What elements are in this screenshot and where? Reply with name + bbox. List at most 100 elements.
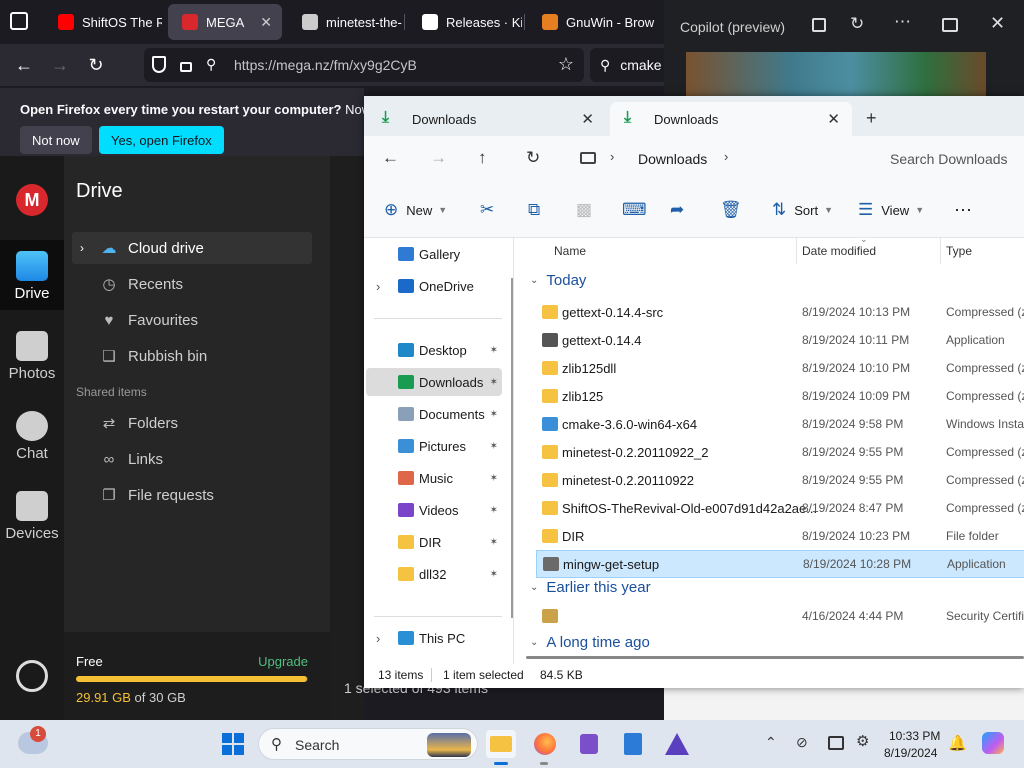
column-header-type[interactable]: Type [946, 244, 972, 258]
explorer-tab[interactable]: ⤓ Downloads ✕ [610, 102, 852, 136]
notification-bell-icon[interactable]: 🔔 [948, 734, 967, 752]
permissions-key-icon[interactable]: ⚲ [206, 56, 216, 73]
network-offline-icon[interactable]: ⊘ [796, 734, 808, 751]
chevron-right-icon[interactable]: › [376, 631, 380, 646]
display-icon[interactable] [828, 736, 844, 750]
sidebar-item-cloud-drive[interactable]: › ☁ Cloud drive [72, 232, 312, 264]
explorer-tab[interactable]: ⤓ Downloads ✕ [368, 102, 606, 136]
notepad-taskbar-icon[interactable] [618, 730, 648, 758]
bookmark-star-icon[interactable]: ☆ [558, 54, 574, 75]
tab-list-icon[interactable] [10, 12, 28, 30]
up-icon[interactable]: ↑ [478, 148, 487, 168]
sidebar-item-favourites[interactable]: ♥ Favourites [72, 304, 312, 336]
nav-item-gallery[interactable]: Gallery [366, 240, 502, 268]
shared-item-links[interactable]: ∞ Links [72, 443, 312, 475]
column-header-date[interactable]: Date modified [802, 244, 876, 258]
copilot-taskbar-icon[interactable] [982, 732, 1004, 754]
upgrade-link[interactable]: Upgrade [258, 654, 308, 669]
dock-pane-icon[interactable] [942, 18, 958, 32]
nav-item-this-pc[interactable]: › This PC [366, 624, 502, 652]
breadcrumb-chevron-icon[interactable]: › [610, 149, 614, 164]
nav-item-dir[interactable]: DIR ✶ [366, 528, 502, 556]
nav-item-downloads[interactable]: Downloads ✶ [366, 368, 502, 396]
transfer-manager-icon[interactable] [16, 660, 48, 692]
group-long-ago[interactable]: ⌄ A long time ago [530, 634, 650, 651]
rail-item-chat[interactable]: Chat [0, 400, 64, 470]
back-icon[interactable]: ← [12, 53, 36, 77]
clock-time[interactable]: 10:33 PM [889, 729, 940, 743]
nav-scrollbar[interactable] [511, 278, 513, 618]
forward-icon[interactable]: → [48, 53, 72, 77]
close-icon[interactable]: ✕ [990, 13, 1005, 34]
file-row[interactable]: DIR 8/19/2024 10:23 PM File folder [536, 522, 1024, 550]
file-explorer-taskbar-icon[interactable] [486, 730, 516, 758]
file-row[interactable]: zlib125dll 8/19/2024 10:10 PM Compressed (… [536, 354, 1024, 382]
app-taskbar-icon[interactable] [574, 730, 604, 758]
vulkan-app-taskbar-icon[interactable] [662, 730, 692, 758]
file-row[interactable]: ShiftOS-TheRevival-Old-e007d91d42a2ae...… [536, 494, 1024, 522]
sidebar-item-rubbish-bin[interactable]: ❑ Rubbish bin [72, 340, 312, 372]
lock-icon[interactable] [180, 62, 192, 72]
forward-icon[interactable]: → [430, 148, 447, 168]
open-firefox-button[interactable]: Yes, open Firefox [99, 126, 224, 154]
refresh-icon[interactable]: ↻ [850, 14, 864, 34]
url-text[interactable]: https://mega.nz/fm/xy9g2CyB [234, 57, 417, 73]
nav-item-desktop[interactable]: Desktop ✶ [366, 336, 502, 364]
nav-item-documents[interactable]: Documents ✶ [366, 400, 502, 428]
nav-item-dll32[interactable]: dll32 ✶ [366, 560, 502, 588]
more-options-icon[interactable]: ⋯ [894, 12, 911, 32]
rail-item-devices[interactable]: Devices [0, 480, 64, 550]
nav-item-onedrive[interactable]: › OneDrive [366, 272, 502, 300]
rename-button[interactable]: ⌨ [622, 198, 647, 222]
url-bar[interactable]: ⚲ https://mega.nz/fm/xy9g2CyB ☆ [144, 48, 584, 82]
new-button[interactable]: ⊕ New ▼ [384, 198, 447, 222]
browser-tab[interactable]: minetest-the- [288, 4, 402, 40]
reload-icon[interactable]: ↻ [84, 53, 108, 77]
search-downloads-input[interactable]: Search Downloads [890, 151, 1008, 167]
shared-item-folders[interactable]: ⇄ Folders [72, 407, 312, 439]
refresh-icon[interactable]: ↻ [526, 148, 540, 168]
copy-button[interactable]: ⧉ [528, 198, 540, 222]
file-row[interactable]: mingw-get-setup 8/19/2024 10:28 PM Applica… [536, 550, 1024, 578]
shared-item-file-requests[interactable]: ❐ File requests [72, 479, 312, 511]
new-tab-icon[interactable]: + [866, 108, 877, 129]
file-row[interactable]: minetest-0.2.20110922 8/19/2024 9:55 PM Co… [536, 466, 1024, 494]
taskbar-search-box[interactable]: ⚲ Search [258, 728, 478, 760]
view-button[interactable]: ☰ View ▼ [858, 198, 924, 222]
file-row[interactable]: gettext-0.14.4 8/19/2024 10:11 PM Applicat… [536, 326, 1024, 354]
file-row[interactable]: zlib125 8/19/2024 10:09 PM Compressed (z [536, 382, 1024, 410]
close-tab-icon[interactable]: ✕ [581, 110, 594, 128]
not-now-button[interactable]: Not now [20, 126, 92, 154]
search-box[interactable]: ⚲ cmake [590, 48, 664, 82]
browser-tab[interactable]: ShiftOS The R [44, 4, 162, 40]
close-tab-icon[interactable]: ✕ [827, 110, 840, 128]
chevron-right-icon[interactable]: › [376, 279, 380, 294]
rail-item-photos[interactable]: Photos [0, 320, 64, 390]
delete-button[interactable]: 🗑 [720, 198, 742, 222]
tracking-protection-icon[interactable] [152, 56, 166, 73]
sidebar-item-recents[interactable]: ◷ Recents [72, 268, 312, 300]
group-earlier[interactable]: ⌄ Earlier this year [530, 579, 651, 596]
nav-item-videos[interactable]: Videos ✶ [366, 496, 502, 524]
rail-item-drive[interactable]: Drive [0, 240, 64, 310]
clock-date[interactable]: 8/19/2024 [884, 746, 937, 760]
settings-icon[interactable]: ⚙ [856, 732, 869, 750]
file-row[interactable]: cmake-3.6.0-win64-x64 8/19/2024 9:58 PM Wi… [536, 410, 1024, 438]
file-row[interactable]: minetest-0.2.20110922_2 8/19/2024 9:55 PM… [536, 438, 1024, 466]
firefox-taskbar-icon[interactable] [530, 730, 560, 758]
sort-button[interactable]: ⇅ Sort ▼ [772, 198, 833, 222]
breadcrumb-downloads[interactable]: Downloads [638, 151, 707, 167]
open-external-icon[interactable] [812, 18, 826, 32]
this-pc-icon[interactable] [580, 152, 596, 164]
horizontal-scrollbar[interactable] [526, 656, 1024, 659]
breadcrumb-chevron-icon[interactable]: › [724, 149, 728, 164]
close-tab-icon[interactable]: ✕ [260, 14, 272, 31]
browser-tab[interactable]: Releases · Kitw [408, 4, 522, 40]
back-icon[interactable]: ← [382, 148, 399, 168]
nav-item-pictures[interactable]: Pictures ✶ [366, 432, 502, 460]
share-button[interactable]: ➦ [670, 198, 684, 222]
see-more-button[interactable]: ⋯ [954, 198, 972, 222]
mega-logo-icon[interactable]: M [16, 184, 48, 216]
file-row[interactable]: 4/16/2024 4:44 PM Security Certifi [536, 602, 1024, 630]
nav-item-music[interactable]: Music ✶ [366, 464, 502, 492]
